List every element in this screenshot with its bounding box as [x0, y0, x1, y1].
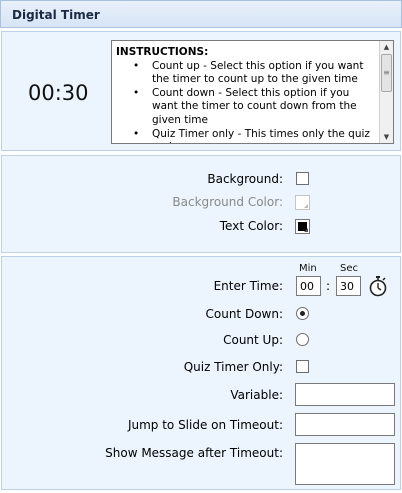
quiz-timer-only-checkbox[interactable]	[296, 360, 309, 373]
scroll-up-arrow-icon[interactable]: ▲	[380, 41, 393, 53]
background-checkbox[interactable]	[296, 172, 309, 185]
instructions-list: Count up - Select this option if you wan…	[116, 60, 375, 143]
dropdown-triangle-icon	[304, 204, 308, 208]
instructions-scrollbar[interactable]: ▲ ≡ ▼	[379, 41, 393, 143]
scroll-thumb[interactable]: ≡	[381, 54, 392, 92]
instructions-text: INSTRUCTIONS: Count up - Select this opt…	[112, 41, 379, 143]
seconds-input[interactable]	[336, 276, 361, 296]
enter-time-label: Enter Time:	[213, 279, 283, 293]
instruction-item: Count down - Select this option if you w…	[116, 87, 375, 128]
text-color-label: Text Color:	[219, 219, 283, 233]
scroll-down-arrow-icon[interactable]: ▼	[380, 131, 393, 143]
show-message-label: Show Message after Timeout:	[105, 446, 283, 460]
sec-label: Sec	[340, 263, 358, 274]
instructions-title: INSTRUCTIONS:	[116, 46, 209, 58]
preview-panel: 00:30 INSTRUCTIONS: Count up - Select th…	[1, 31, 401, 151]
background-label: Background:	[207, 172, 283, 186]
time-colon: :	[326, 279, 331, 293]
variable-label: Variable:	[230, 388, 283, 402]
panel-header: Digital Timer	[0, 0, 402, 28]
radio-selected-dot	[300, 311, 305, 316]
count-up-radio[interactable]	[296, 333, 309, 346]
count-up-label: Count Up:	[223, 333, 283, 347]
minutes-input[interactable]	[296, 276, 321, 296]
timer-display: 00:30	[28, 81, 89, 105]
jump-to-slide-input[interactable]	[295, 413, 395, 436]
count-down-radio[interactable]	[296, 307, 309, 320]
stopwatch-icon[interactable]	[368, 275, 388, 297]
min-label: Min	[299, 263, 317, 274]
jump-to-slide-label: Jump to Slide on Timeout:	[127, 418, 283, 432]
panel-title: Digital Timer	[12, 8, 100, 22]
instruction-item: Count up - Select this option if you wan…	[116, 60, 375, 87]
count-down-label: Count Down:	[205, 307, 284, 321]
instruction-item: Quiz Timer only - This times only the qu…	[116, 128, 375, 143]
text-color-picker[interactable]	[295, 219, 310, 234]
instructions-box[interactable]: INSTRUCTIONS: Count up - Select this opt…	[111, 40, 394, 144]
dropdown-triangle-icon	[304, 228, 308, 232]
variable-input[interactable]	[295, 383, 395, 406]
background-color-label: Background Color:	[172, 195, 283, 209]
quiz-timer-only-label: Quiz Timer Only:	[183, 360, 283, 374]
show-message-textarea[interactable]	[295, 443, 395, 485]
background-color-picker[interactable]	[295, 195, 310, 210]
